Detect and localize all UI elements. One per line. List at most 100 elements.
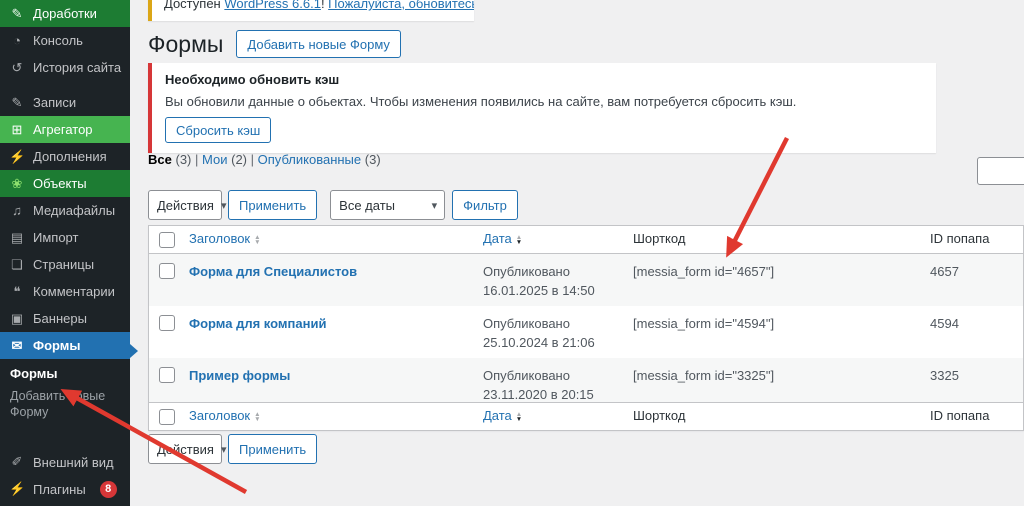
comment-icon: ❝ bbox=[9, 284, 25, 300]
search-input[interactable] bbox=[977, 157, 1024, 185]
sidebar-item-zapisi[interactable]: ✎ Записи bbox=[0, 89, 130, 116]
sidebar-item-plaginy[interactable]: ⚡ Плагины 8 bbox=[0, 476, 130, 503]
row-checkbox[interactable] bbox=[159, 263, 175, 279]
sidebar-item-label: Страницы bbox=[33, 257, 94, 272]
wordpress-admin-page: ✎ Доработки ◔ Консоль ↺ История сайта ✎ … bbox=[0, 0, 1024, 506]
add-new-form-button[interactable]: Добавить новые Форму bbox=[236, 30, 401, 58]
sidebar-item-label: Записи bbox=[33, 95, 76, 110]
filter-mine-link[interactable]: Мои bbox=[202, 152, 227, 167]
column-title-label: Заголовок bbox=[189, 230, 250, 249]
column-header-title[interactable]: Заголовок ▲▼ bbox=[189, 230, 261, 249]
please-update-link[interactable]: Пожалуйста, обновитесь bbox=[328, 0, 474, 11]
forms-list-table: Заголовок▲▼ Дата▲▼ Шорткод ID попапа Фор… bbox=[148, 225, 1024, 431]
sort-arrows-icon: ▲▼ bbox=[254, 412, 260, 422]
sidebar-item-mediafajly[interactable]: ♫ Медиафайлы bbox=[0, 197, 130, 224]
page-title-row: Формы Добавить новые Форму bbox=[148, 30, 401, 58]
sidebar-item-label: Агрегатор bbox=[33, 122, 93, 137]
sort-arrows-icon: ▲▼ bbox=[516, 412, 522, 422]
sidebar-item-import[interactable]: ▤ Импорт bbox=[0, 224, 130, 251]
sidebar-item-dorabotki[interactable]: ✎ Доработки bbox=[0, 0, 130, 27]
sidebar-item-label: Медиафайлы bbox=[33, 203, 115, 218]
pages-icon: ❏ bbox=[9, 257, 25, 273]
filter-all-link[interactable]: Все bbox=[148, 152, 172, 167]
row-date: 25.10.2024 в 21:06 bbox=[483, 335, 595, 350]
wordpress-update-notice: Доступен WordPress 6.6.1! Пожалуйста, об… bbox=[148, 0, 474, 21]
sidebar-item-kommentarii[interactable]: ❝ Комментарии bbox=[0, 278, 130, 305]
filter-published-count: (3) bbox=[365, 152, 381, 167]
reset-cache-button[interactable]: Сбросить кэш bbox=[165, 117, 271, 143]
filter-published-link[interactable]: Опубликованные bbox=[258, 152, 362, 167]
history-icon: ↺ bbox=[9, 60, 25, 76]
sidebar-item-label: Плагины bbox=[33, 482, 86, 497]
row-status: Опубликовано bbox=[483, 368, 570, 383]
chevron-down-icon: ▾ bbox=[221, 199, 227, 212]
select-all-checkbox[interactable] bbox=[159, 232, 175, 248]
sidebar-submenu-formy: Формы Добавить новые Форму bbox=[0, 359, 130, 433]
bulk-actions-toolbar-bottom: Действия ▾ Применить bbox=[148, 434, 317, 464]
table-row: Форма для Специалистов Опубликовано16.01… bbox=[149, 254, 1023, 306]
form-title-link[interactable]: Пример формы bbox=[189, 368, 290, 383]
cache-notice-title: Необходимо обновить кэш bbox=[165, 72, 923, 87]
column-title-label: Заголовок bbox=[189, 407, 250, 426]
sidebar-item-istoriya-sajta[interactable]: ↺ История сайта bbox=[0, 54, 130, 81]
row-popup-id: 4594 bbox=[926, 306, 1023, 334]
column-header-date[interactable]: Дата ▲▼ bbox=[483, 407, 522, 426]
plugin-icon: ⚡ bbox=[9, 481, 25, 497]
filter-button[interactable]: Фильтр bbox=[452, 190, 518, 220]
apply-button[interactable]: Применить bbox=[228, 434, 317, 464]
sidebar-item-agregator[interactable]: ⊞ Агрегатор bbox=[0, 116, 130, 143]
form-title-link[interactable]: Форма для компаний bbox=[189, 316, 326, 331]
row-shortcode: [messia_form id="3325"] bbox=[629, 358, 926, 386]
row-date-cell: Опубликовано23.11.2020 в 20:15 bbox=[479, 358, 629, 405]
page-title: Формы bbox=[148, 30, 223, 58]
row-date-cell: Опубликовано 25.10.2024 в 21:06 bbox=[479, 306, 629, 353]
row-status: Опубликовано bbox=[483, 316, 570, 331]
filter-separator: | bbox=[195, 152, 198, 167]
update-notice-text: Доступен bbox=[164, 0, 224, 11]
select-all-checkbox[interactable] bbox=[159, 409, 175, 425]
row-checkbox[interactable] bbox=[159, 367, 175, 383]
bulk-actions-select[interactable]: Действия ▾ bbox=[148, 434, 222, 464]
sidebar-item-dopolneniya[interactable]: ⚡ Дополнения bbox=[0, 143, 130, 170]
pin-icon: ✎ bbox=[9, 95, 25, 111]
sidebar-item-formy[interactable]: ✉ Формы bbox=[0, 332, 130, 359]
row-shortcode: [messia_form id="4594"] bbox=[629, 306, 926, 334]
column-header-date[interactable]: Дата▲▼ bbox=[483, 230, 522, 249]
sidebar-item-vneshnij-vid[interactable]: ✐ Внешний вид bbox=[0, 449, 130, 476]
sidebar-item-label: Внешний вид bbox=[33, 455, 114, 470]
form-title-link[interactable]: Форма для Специалистов bbox=[189, 264, 357, 279]
wordpress-version-link[interactable]: WordPress 6.6.1 bbox=[224, 0, 321, 11]
sidebar-item-stranicy[interactable]: ❏ Страницы bbox=[0, 251, 130, 278]
table-row: Форма для компаний Опубликовано 25.10.202… bbox=[149, 306, 1023, 358]
sidebar-item-label: Баннеры bbox=[33, 311, 87, 326]
bulk-actions-select[interactable]: Действия ▾ bbox=[148, 190, 222, 220]
sidebar-item-label: Импорт bbox=[33, 230, 78, 245]
admin-sidebar: ✎ Доработки ◔ Консоль ↺ История сайта ✎ … bbox=[0, 0, 130, 506]
table-header-row: Заголовок▲▼ Дата▲▼ Шорткод ID попапа bbox=[149, 226, 1023, 254]
dates-filter-select[interactable]: Все даты ▾ bbox=[330, 190, 445, 220]
sort-arrows-icon: ▲▼ bbox=[254, 235, 260, 245]
bulk-actions-label: Действия bbox=[157, 442, 214, 457]
sidebar-item-label: Объекты bbox=[33, 176, 87, 191]
submenu-item-formy-current[interactable]: Формы bbox=[10, 366, 122, 381]
column-date-label: Дата bbox=[483, 407, 512, 426]
dates-filter-label: Все даты bbox=[339, 198, 395, 213]
sidebar-separator bbox=[0, 433, 130, 449]
dashboard-icon: ◔ bbox=[9, 33, 25, 48]
sidebar-item-konsol[interactable]: ◔ Консоль bbox=[0, 27, 130, 54]
row-popup-id: 4657 bbox=[926, 254, 1023, 282]
plugin-icon: ⚡ bbox=[9, 149, 25, 165]
row-checkbox[interactable] bbox=[159, 315, 175, 331]
column-header-title[interactable]: Заголовок ▲▼ bbox=[189, 407, 261, 426]
sort-arrows-icon: ▲▼ bbox=[516, 235, 522, 245]
sidebar-item-obekty[interactable]: ❀ Объекты bbox=[0, 170, 130, 197]
chevron-down-icon: ▾ bbox=[221, 443, 227, 456]
column-header-popup-id: ID попапа bbox=[926, 407, 1023, 426]
row-shortcode: [messia_form id="4657"] bbox=[629, 254, 926, 282]
mail-icon: ✉ bbox=[9, 338, 25, 354]
sidebar-item-label: Комментарии bbox=[33, 284, 115, 299]
submenu-item-add-new-form[interactable]: Добавить новые Форму bbox=[10, 388, 110, 421]
bulk-actions-toolbar-top: Действия ▾ Применить Все даты ▾ Фильтр bbox=[148, 190, 518, 220]
apply-button[interactable]: Применить bbox=[228, 190, 317, 220]
sidebar-item-bannery[interactable]: ▣ Баннеры bbox=[0, 305, 130, 332]
